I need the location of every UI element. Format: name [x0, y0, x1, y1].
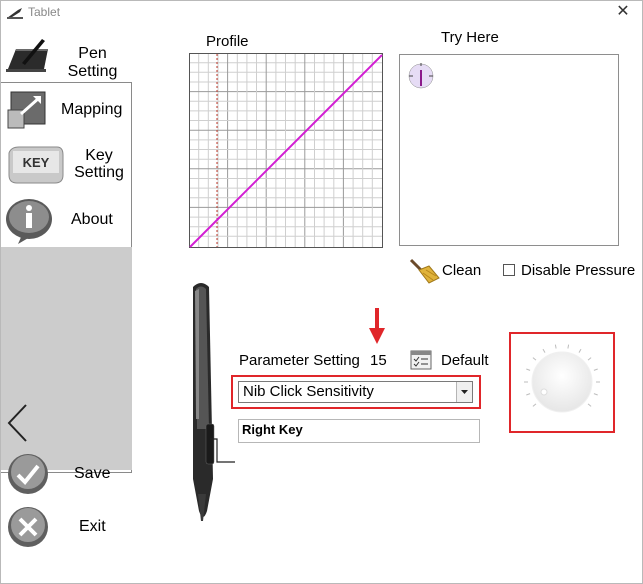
pen-cursor-icon [408, 63, 434, 89]
checkmark-icon [8, 454, 48, 494]
exit-button[interactable]: Exit [1, 503, 132, 551]
knob-tick [542, 348, 546, 353]
knob-tick [532, 403, 537, 407]
default-reset-icon[interactable] [410, 350, 432, 370]
knob-tick [593, 368, 598, 371]
profile-label: Profile [206, 33, 249, 50]
disable-pressure-label: Disable Pressure [521, 262, 636, 279]
sidebar-item-label: About [71, 211, 113, 228]
sensitivity-select-highlight: Nib Click Sensitivity [231, 375, 481, 409]
tablet-app-icon [7, 8, 23, 19]
tablet-pen-icon [6, 39, 48, 72]
chevron-down-icon [461, 390, 468, 394]
close-button[interactable]: ✕ [614, 3, 632, 21]
knob-tick [593, 393, 598, 396]
sidebar-item-label: Key Setting [74, 147, 124, 181]
knob-tick [587, 403, 592, 407]
dropdown-arrow-button[interactable] [456, 382, 472, 402]
sidebar-item-about[interactable]: About [1, 195, 132, 247]
sidebar-item-pen-setting[interactable]: Pen Setting [1, 29, 132, 81]
knob-tick [578, 348, 582, 353]
right-key-label: Right Key [242, 422, 303, 437]
tablet-settings-window: Tablet ✕ Pen Setting Mapping KEY Key Set… [0, 0, 643, 584]
default-button-label[interactable]: Default [441, 352, 489, 369]
knob-dial [531, 351, 593, 413]
try-here-drawing-area[interactable] [399, 54, 619, 246]
close-circle-icon [8, 507, 48, 547]
key-icon-text: KEY [23, 155, 50, 170]
red-down-arrow-icon [369, 308, 385, 344]
sensitivity-knob-highlight [509, 332, 615, 433]
sensitivity-select-value: Nib Click Sensitivity [243, 383, 374, 400]
sidebar-item-mapping[interactable]: Mapping [1, 85, 132, 135]
clean-button[interactable]: Clean [442, 262, 481, 279]
broom-icon[interactable] [407, 258, 441, 284]
sensitivity-select[interactable]: Nib Click Sensitivity [238, 381, 473, 403]
knob-tick [526, 368, 531, 371]
sidebar-item-label: Mapping [61, 101, 123, 118]
save-button[interactable]: Save [1, 449, 132, 497]
sidebar-item-key-setting[interactable]: KEY Key Setting [1, 137, 132, 193]
knob-tick [526, 393, 531, 396]
window-title: Tablet [28, 5, 61, 19]
knob-tick [567, 344, 570, 349]
sidebar-item-label: Pen Setting [67, 45, 118, 80]
knob-tick [587, 357, 592, 361]
parameter-setting-value: 15 [370, 352, 387, 369]
knob-indicator [540, 388, 548, 396]
knob-tick [532, 357, 537, 361]
mapping-icon [7, 91, 46, 129]
exit-label: Exit [79, 518, 106, 535]
pressure-profile-chart[interactable] [189, 53, 383, 248]
right-key-field[interactable]: Right Key [238, 419, 480, 443]
parameter-setting-label: Parameter Setting [239, 352, 360, 369]
knob-tick [554, 344, 557, 349]
save-label: Save [74, 465, 111, 482]
disable-pressure-checkbox[interactable] [503, 264, 515, 276]
info-icon [6, 199, 52, 244]
back-chevron-icon[interactable] [6, 403, 28, 443]
try-here-label: Try Here [441, 29, 499, 46]
sidebar: Pen Setting Mapping KEY Key Setting Abou… [1, 25, 133, 583]
sensitivity-knob[interactable] [511, 334, 613, 431]
key-icon: KEY [8, 146, 64, 184]
title-bar: Tablet ✕ [1, 1, 642, 25]
